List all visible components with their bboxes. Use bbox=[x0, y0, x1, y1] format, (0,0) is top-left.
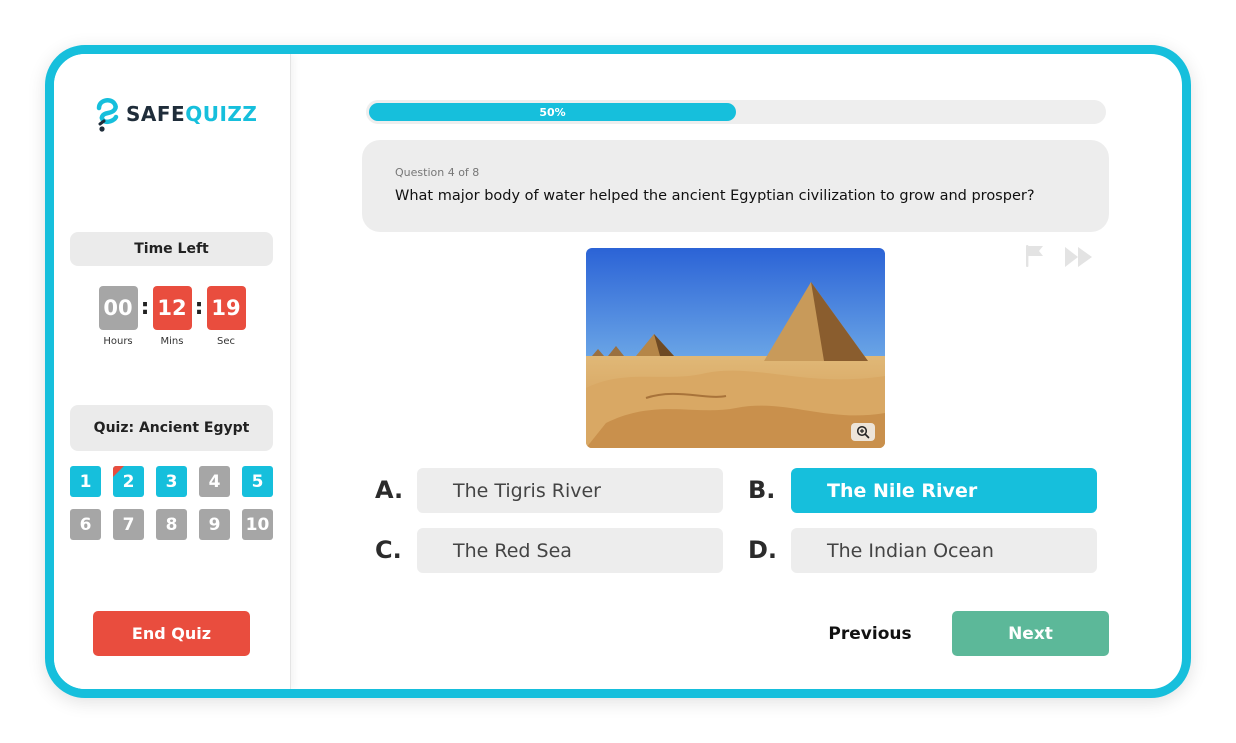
answer-letter-b: B. bbox=[748, 476, 776, 504]
question-nav-9[interactable]: 9 bbox=[199, 509, 230, 540]
logo: SAFEQUIZZ bbox=[94, 94, 257, 134]
time-left-label: Time Left bbox=[70, 232, 273, 266]
question-nav-2[interactable]: 2 bbox=[113, 466, 144, 497]
question-nav-3[interactable]: 3 bbox=[156, 466, 187, 497]
logo-text-quizz: QUIZZ bbox=[185, 102, 258, 126]
logo-wordmark: SAFEQUIZZ bbox=[126, 102, 257, 126]
timer-secs: 19 Sec bbox=[206, 286, 246, 347]
answer-letter-c: C. bbox=[375, 536, 402, 564]
question-nav-number: 5 bbox=[251, 471, 264, 492]
sidebar: SAFEQUIZZ Time Left 00 Hours : 12 Mins :… bbox=[54, 54, 291, 689]
question-mark-logo-icon bbox=[96, 98, 119, 132]
timer-secs-value: 19 bbox=[206, 286, 246, 330]
question-nav-number: 8 bbox=[165, 514, 178, 535]
question-nav-4[interactable]: 4 bbox=[199, 466, 230, 497]
flag-icon[interactable] bbox=[1024, 244, 1046, 272]
next-button[interactable]: Next bbox=[952, 611, 1109, 656]
question-text: What major body of water helped the anci… bbox=[395, 188, 1035, 204]
question-image bbox=[586, 248, 885, 448]
progress-fill: 50% bbox=[369, 103, 736, 121]
question-counter: Question 4 of 8 bbox=[395, 166, 480, 179]
timer-secs-caption: Sec bbox=[217, 336, 235, 347]
timer-mins-value: 12 bbox=[152, 286, 192, 330]
progress-label: 50% bbox=[539, 105, 566, 119]
quiz-title: Quiz: Ancient Egypt bbox=[70, 405, 273, 451]
question-nav-number: 2 bbox=[122, 471, 135, 492]
answer-letter-d: D. bbox=[748, 536, 778, 564]
end-quiz-button[interactable]: End Quiz bbox=[93, 611, 250, 656]
flagged-marker-icon bbox=[113, 466, 124, 477]
pyramids-image bbox=[586, 248, 885, 448]
answer-option-a[interactable]: The Tigris River bbox=[417, 468, 723, 513]
timer-hours-value: 00 bbox=[98, 286, 138, 330]
timer-separator: : bbox=[140, 295, 150, 320]
answer-text: The Red Sea bbox=[453, 539, 572, 562]
question-nav-7[interactable]: 7 bbox=[113, 509, 144, 540]
answer-text: The Indian Ocean bbox=[827, 539, 994, 562]
progress-bar: 50% bbox=[366, 100, 1106, 124]
question-nav-number: 1 bbox=[79, 471, 92, 492]
question-nav-1[interactable]: 1 bbox=[70, 466, 101, 497]
answer-option-d[interactable]: The Indian Ocean bbox=[791, 528, 1097, 573]
countdown-timer: 00 Hours : 12 Mins : 19 Sec bbox=[98, 286, 246, 347]
quiz-window: SAFEQUIZZ Time Left 00 Hours : 12 Mins :… bbox=[45, 45, 1191, 698]
timer-mins: 12 Mins bbox=[152, 286, 192, 347]
question-nav-number: 3 bbox=[165, 471, 178, 492]
question-nav-8[interactable]: 8 bbox=[156, 509, 187, 540]
question-nav-number: 10 bbox=[245, 514, 270, 535]
timer-separator: : bbox=[194, 295, 204, 320]
answer-letter-a: A. bbox=[375, 476, 404, 504]
answer-option-c[interactable]: The Red Sea bbox=[417, 528, 723, 573]
answer-text: The Nile River bbox=[827, 479, 978, 502]
question-nav-6[interactable]: 6 bbox=[70, 509, 101, 540]
timer-hours: 00 Hours bbox=[98, 286, 138, 347]
logo-text-safe: SAFE bbox=[126, 102, 186, 126]
question-nav-10[interactable]: 10 bbox=[242, 509, 273, 540]
timer-hours-caption: Hours bbox=[103, 336, 133, 347]
question-nav-number: 7 bbox=[122, 514, 135, 535]
fast-forward-icon[interactable] bbox=[1064, 246, 1094, 272]
question-nav-number: 6 bbox=[79, 514, 92, 535]
zoom-in-icon[interactable] bbox=[851, 423, 875, 441]
question-nav-number: 9 bbox=[208, 514, 221, 535]
answer-option-b[interactable]: The Nile River bbox=[791, 468, 1097, 513]
answer-text: The Tigris River bbox=[453, 479, 601, 502]
question-nav-number: 4 bbox=[208, 471, 221, 492]
question-nav-5[interactable]: 5 bbox=[242, 466, 273, 497]
timer-mins-caption: Mins bbox=[160, 336, 184, 347]
question-card: Question 4 of 8 What major body of water… bbox=[362, 140, 1109, 232]
previous-button[interactable]: Previous bbox=[794, 611, 946, 656]
question-navigator: 1 2 3 4 5 6 7 8 9 10 bbox=[70, 466, 274, 540]
